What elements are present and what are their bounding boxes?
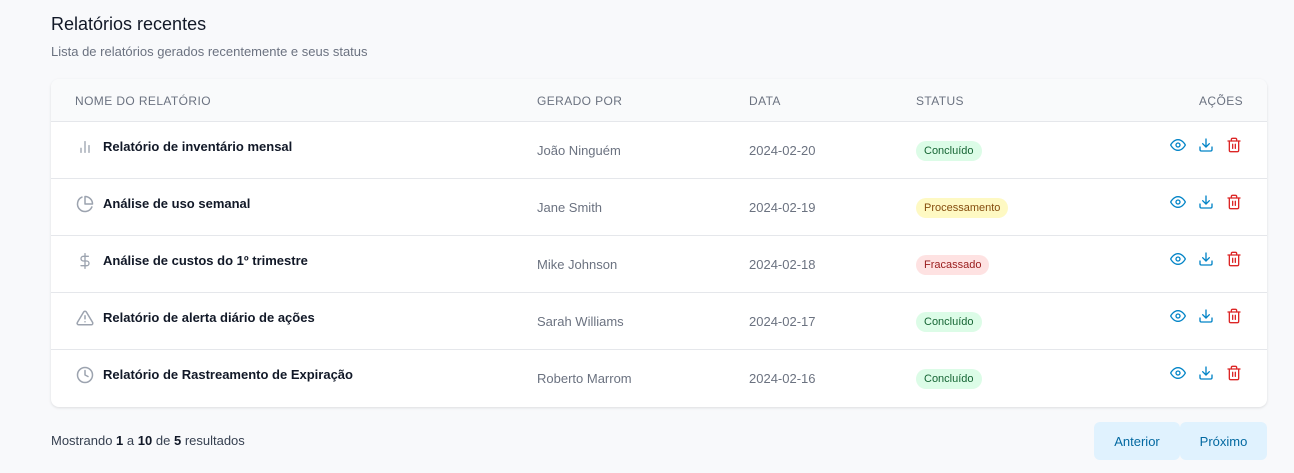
- report-name-cell: Análise de uso semanal: [75, 175, 250, 232]
- previous-page-button[interactable]: Anterior: [1094, 422, 1180, 460]
- delete-icon[interactable]: [1225, 136, 1243, 154]
- generated-by: Roberto Marrom: [537, 371, 632, 386]
- report-name: Análise de uso semanal: [103, 196, 251, 211]
- column-header-by: GERADO POR: [537, 94, 623, 108]
- status-badge: Concluído: [916, 368, 982, 389]
- delete-icon[interactable]: [1225, 364, 1243, 382]
- status-badge: Concluído: [916, 311, 982, 332]
- status-badge: Concluído: [916, 140, 982, 161]
- delete-icon[interactable]: [1225, 307, 1243, 325]
- delete-icon[interactable]: [1225, 250, 1243, 268]
- summary-to-word: a: [126, 433, 135, 448]
- table-row: Análise de uso semanal Jane Smith 2024-02-…: [51, 179, 1267, 236]
- report-name-cell: Relatório de inventário mensal: [75, 118, 292, 175]
- row-actions: [1169, 287, 1243, 344]
- report-date: 2024-02-16: [749, 371, 816, 386]
- table-row: Relatório de Rastreamento de Expiração Ro…: [51, 350, 1267, 407]
- status-badge: Processamento: [916, 197, 1009, 218]
- download-icon[interactable]: [1197, 364, 1215, 382]
- view-icon[interactable]: [1169, 193, 1187, 211]
- dollar-icon: [75, 251, 95, 271]
- report-name-cell: Relatório de Rastreamento de Expiração: [75, 346, 353, 403]
- table-header: NOME DO RELATÓRIO GERADO POR DATA STATUS…: [51, 79, 1267, 122]
- report-date: 2024-02-17: [749, 314, 816, 329]
- page-title: Relatórios recentes: [51, 14, 207, 34]
- table-row: Análise de custos do 1º trimestre Mike Jo…: [51, 236, 1267, 293]
- row-actions: [1169, 344, 1243, 401]
- summary-of-word: de: [155, 433, 171, 448]
- page-subtitle: Lista de relatórios gerados recentemente…: [51, 44, 368, 59]
- table-body: Relatório de inventário mensal João Ningu…: [51, 122, 1267, 407]
- download-icon[interactable]: [1197, 250, 1215, 268]
- clock-icon: [75, 365, 95, 385]
- summary-to: 10: [137, 433, 153, 448]
- column-header-status: STATUS: [916, 94, 964, 108]
- bar-chart-icon: [75, 137, 95, 157]
- column-header-date: DATA: [749, 94, 781, 108]
- summary-results: resultados: [184, 433, 245, 448]
- report-name: Análise de custos do 1º trimestre: [103, 253, 308, 268]
- generated-by: Sarah Williams: [537, 314, 624, 329]
- column-header-name: NOME DO RELATÓRIO: [75, 94, 211, 108]
- generated-by: João Ninguém: [537, 143, 621, 158]
- report-name: Relatório de inventário mensal: [103, 139, 293, 154]
- report-name: Relatório de alerta diário de ações: [103, 310, 315, 325]
- next-page-button[interactable]: Próximo: [1180, 422, 1267, 460]
- download-icon[interactable]: [1197, 307, 1215, 325]
- generated-by: Jane Smith: [537, 200, 603, 215]
- generated-by: Mike Johnson: [537, 257, 618, 272]
- delete-icon[interactable]: [1225, 193, 1243, 211]
- alert-triangle-icon: [75, 308, 95, 328]
- pagination-summary: Mostrando 1 a 10 de 5 resultados: [51, 433, 245, 448]
- summary-total: 5: [173, 433, 182, 448]
- status-badge: Fracassado: [916, 254, 990, 275]
- table-row: Relatório de inventário mensal João Ningu…: [51, 122, 1267, 179]
- report-name: Relatório de Rastreamento de Expiração: [103, 367, 353, 382]
- report-date: 2024-02-20: [749, 143, 816, 158]
- report-date: 2024-02-19: [749, 200, 816, 215]
- row-actions: [1169, 116, 1243, 173]
- download-icon[interactable]: [1197, 136, 1215, 154]
- download-icon[interactable]: [1197, 193, 1215, 211]
- report-date: 2024-02-18: [749, 257, 816, 272]
- view-icon[interactable]: [1169, 364, 1187, 382]
- view-icon[interactable]: [1169, 250, 1187, 268]
- view-icon[interactable]: [1169, 307, 1187, 325]
- table-row: Relatório de alerta diário de ações Sarah…: [51, 293, 1267, 350]
- summary-from: 1: [116, 433, 124, 448]
- report-name-cell: Relatório de alerta diário de ações: [75, 289, 315, 346]
- report-name-cell: Análise de custos do 1º trimestre: [75, 232, 308, 289]
- column-header-actions: AÇÕES: [1198, 94, 1243, 108]
- reports-table: NOME DO RELATÓRIO GERADO POR DATA STATUS…: [51, 79, 1267, 407]
- row-actions: [1169, 230, 1243, 287]
- view-icon[interactable]: [1169, 136, 1187, 154]
- row-actions: [1169, 173, 1243, 230]
- summary-showing: Mostrando: [51, 433, 113, 448]
- pie-chart-icon: [75, 194, 95, 214]
